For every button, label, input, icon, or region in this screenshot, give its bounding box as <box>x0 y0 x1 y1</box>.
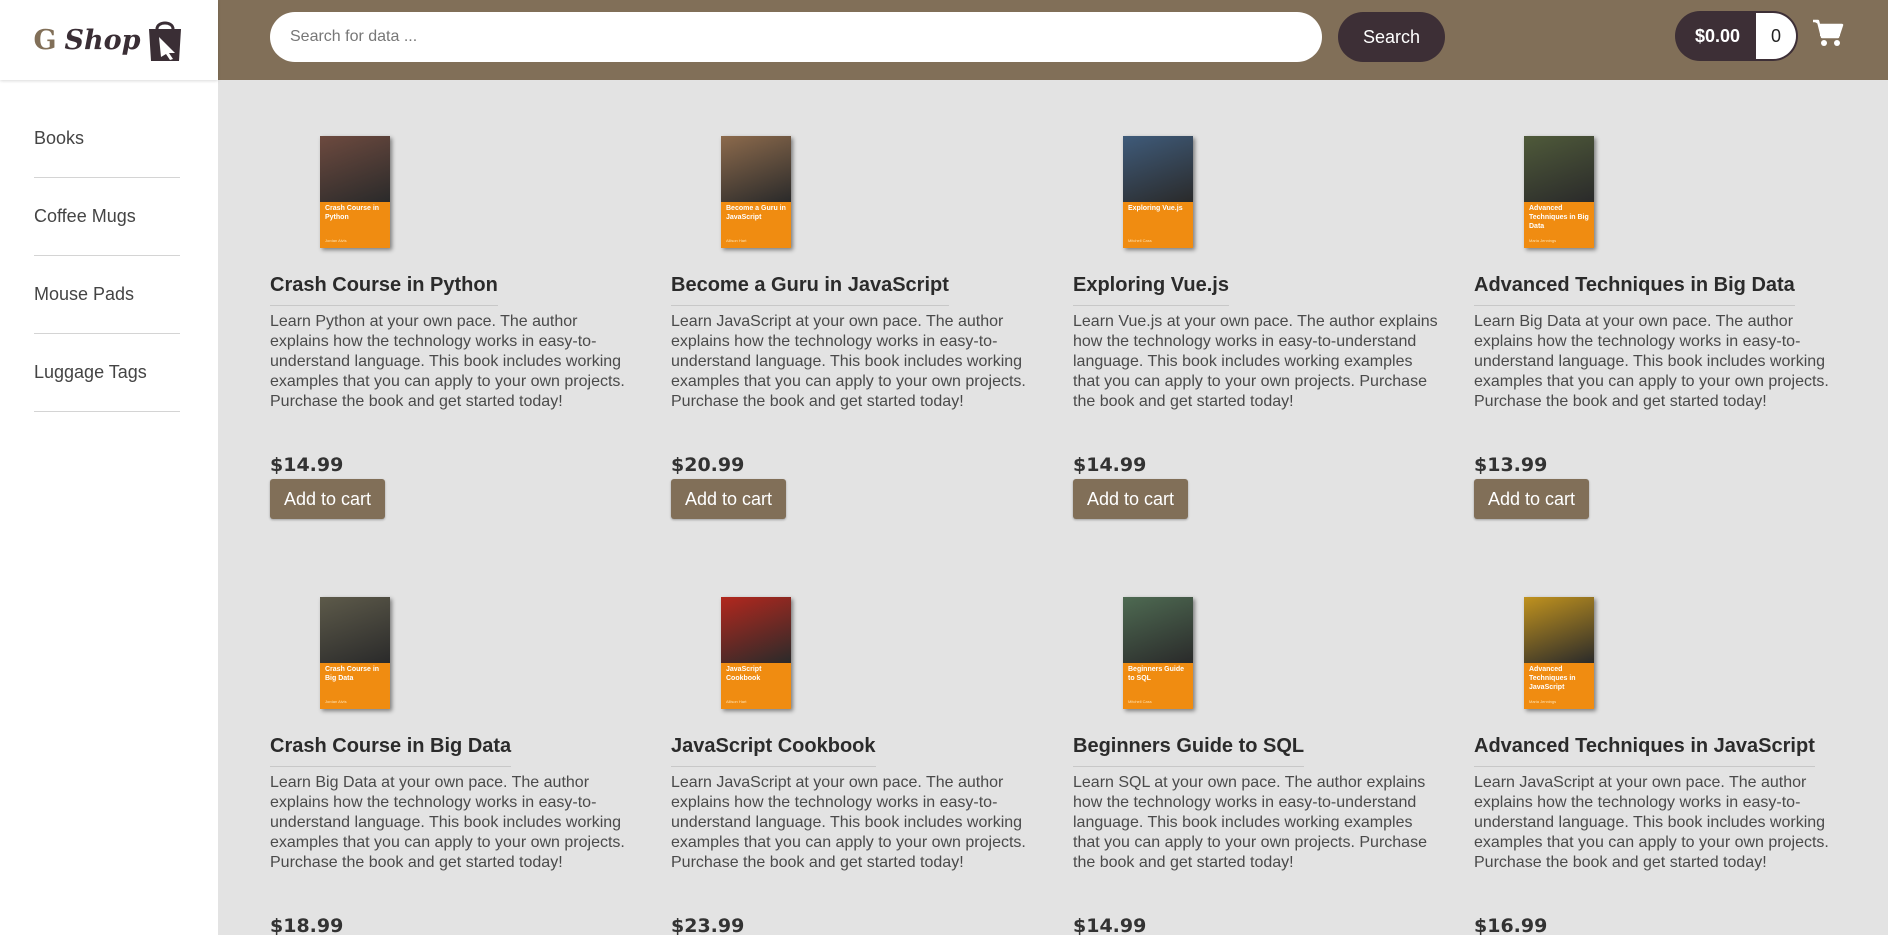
product-description: Learn Big Data at your own pace. The aut… <box>270 774 625 871</box>
sidebar-item-label: Luggage Tags <box>34 362 147 382</box>
cart-count: 0 <box>1756 11 1799 61</box>
brand-letter: G <box>33 24 57 56</box>
cover-title: Exploring Vue.js <box>1128 205 1183 212</box>
search-input[interactable] <box>270 12 1322 62</box>
sidebar-item-coffee-mugs[interactable]: Coffee Mugs <box>34 178 180 256</box>
cover-title: JavaScript Cookbook <box>726 666 762 682</box>
product-price: $16.99 <box>1474 915 1548 935</box>
cart-summary[interactable]: $0.00 0 <box>1675 11 1799 61</box>
product-price: $14.99 <box>1073 454 1147 476</box>
cart-total: $0.00 <box>1675 11 1757 61</box>
product-price: $13.99 <box>1474 454 1548 476</box>
cover-title: Become a Guru in JavaScript <box>726 205 786 221</box>
search-button[interactable]: Search <box>1338 12 1445 62</box>
add-to-cart-button[interactable]: Add to cart <box>270 479 385 519</box>
product-description: Learn SQL at your own pace. The author e… <box>1073 774 1427 871</box>
cover-author: Jordan Alvis <box>325 699 347 704</box>
cover-author: Allison Hart <box>726 699 747 704</box>
cover-photo <box>1524 597 1594 663</box>
cover-photo <box>1123 136 1193 202</box>
cover-author: Maria Jennings <box>1529 699 1557 704</box>
cover-author: Jordan Alvis <box>325 238 347 243</box>
product-title[interactable]: Crash Course in Big Data <box>270 735 512 767</box>
cover-author: Mitchell Cass <box>1128 699 1152 704</box>
sidebar-item-mouse-pads[interactable]: Mouse Pads <box>34 256 180 334</box>
shopping-cart-icon[interactable] <box>1812 18 1844 48</box>
book-cover[interactable]: Crash Course in Big Data Jordan Alvis <box>320 597 390 709</box>
cover-author: Allison Hart <box>726 238 747 243</box>
product-description: Learn JavaScript at your own pace. The a… <box>671 774 1026 871</box>
book-cover[interactable]: Advanced Techniques in JavaScript Maria … <box>1524 597 1594 709</box>
sidebar-item-books[interactable]: Books <box>34 100 180 178</box>
product-title[interactable]: Advanced Techniques in JavaScript <box>1474 735 1815 767</box>
product-title[interactable]: Advanced Techniques in Big Data <box>1474 274 1795 306</box>
product-description: Learn JavaScript at your own pace. The a… <box>1474 774 1829 871</box>
add-to-cart-button[interactable]: Add to cart <box>1474 479 1589 519</box>
cover-title: Crash Course in Big Data <box>325 666 380 682</box>
cover-title: Beginners Guide to SQL <box>1128 666 1185 682</box>
product-description: Learn Big Data at your own pace. The aut… <box>1474 313 1829 410</box>
book-cover[interactable]: Become a Guru in JavaScript Allison Hart <box>721 136 791 248</box>
sidebar-item-label: Mouse Pads <box>34 284 135 304</box>
product-price: $20.99 <box>671 454 745 476</box>
product-price: $18.99 <box>270 915 344 935</box>
cover-photo <box>1123 597 1193 663</box>
cover-title: Crash Course in Python <box>325 205 380 221</box>
book-cover[interactable]: JavaScript Cookbook Allison Hart <box>721 597 791 709</box>
product-price: $14.99 <box>270 454 344 476</box>
add-to-cart-button[interactable]: Add to cart <box>671 479 786 519</box>
brand-name: Shop <box>64 24 141 56</box>
cover-author: Mitchell Cass <box>1128 238 1152 243</box>
book-cover[interactable]: Beginners Guide to SQL Mitchell Cass <box>1123 597 1193 709</box>
book-cover[interactable]: Crash Course in Python Jordan Alvis <box>320 136 390 248</box>
book-cover[interactable]: Advanced Techniques in Big Data Maria Je… <box>1524 136 1594 248</box>
product-price: $14.99 <box>1073 915 1147 935</box>
sidebar-item-label: Coffee Mugs <box>34 206 136 226</box>
book-cover[interactable]: Exploring Vue.js Mitchell Cass <box>1123 136 1193 248</box>
cover-photo <box>721 597 791 663</box>
cover-author: Maria Jennings <box>1529 238 1557 243</box>
sidebar-item-label: Books <box>34 128 85 148</box>
cover-photo <box>320 136 390 202</box>
product-description: Learn Vue.js at your own pace. The autho… <box>1073 313 1438 410</box>
product-title[interactable]: Beginners Guide to SQL <box>1073 735 1305 767</box>
shopping-bag-icon <box>148 21 181 61</box>
product-price: $23.99 <box>671 915 745 935</box>
cover-photo <box>721 136 791 202</box>
cover-photo <box>1524 136 1594 202</box>
product-title[interactable]: JavaScript Cookbook <box>671 735 876 767</box>
product-description: Learn Python at your own pace. The autho… <box>270 313 625 410</box>
cover-photo <box>320 597 390 663</box>
brand-logo[interactable]: G Shop <box>0 0 218 80</box>
product-description: Learn JavaScript at your own pace. The a… <box>671 313 1026 410</box>
product-title[interactable]: Become a Guru in JavaScript <box>671 274 949 306</box>
add-to-cart-button[interactable]: Add to cart <box>1073 479 1188 519</box>
sidebar-item-luggage-tags[interactable]: Luggage Tags <box>34 334 180 412</box>
category-sidebar: Books Coffee Mugs Mouse Pads Luggage Tag… <box>0 80 218 935</box>
cover-title: Advanced Techniques in JavaScript <box>1529 666 1576 691</box>
cover-title: Advanced Techniques in Big Data <box>1529 205 1589 230</box>
product-title[interactable]: Exploring Vue.js <box>1073 274 1229 306</box>
product-title[interactable]: Crash Course in Python <box>270 274 498 306</box>
